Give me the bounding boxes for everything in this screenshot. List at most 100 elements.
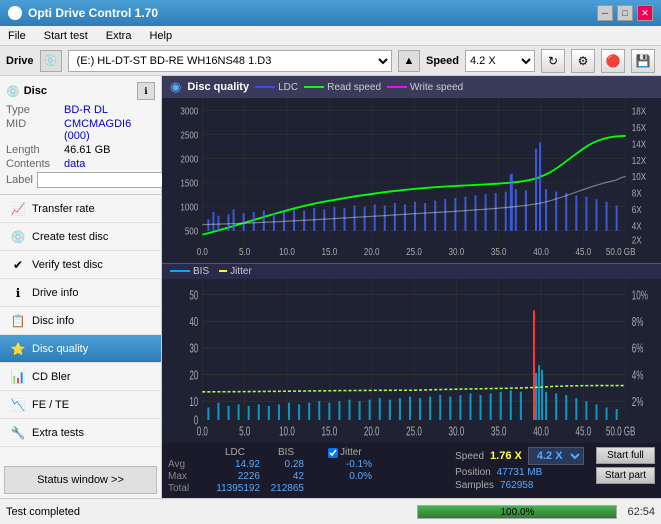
main-content: 💿 Disc ℹ Type BD-R DL MID CMCMAGDI6 (000… xyxy=(0,76,661,498)
svg-text:30: 30 xyxy=(189,341,198,355)
close-button[interactable]: ✕ xyxy=(637,5,653,21)
spacer2 xyxy=(312,459,320,470)
nav-drive-info-label: Drive info xyxy=(32,287,78,299)
chart-area: ◉ Disc quality LDC Read speed Write spee… xyxy=(162,76,661,498)
svg-text:10.0: 10.0 xyxy=(279,246,295,257)
nav-fe-te-label: FE / TE xyxy=(32,399,69,411)
action-buttons: Start full Start part xyxy=(596,447,655,484)
verify-test-disc-icon: ✔ xyxy=(10,257,26,273)
ldc-max: 2226 xyxy=(210,471,260,482)
label-label: Label xyxy=(6,174,33,186)
svg-text:40: 40 xyxy=(189,315,198,329)
disc-type-row: Type BD-R DL xyxy=(6,104,155,116)
legend-read-speed-label: Read speed xyxy=(327,82,381,93)
samples-header: Samples xyxy=(455,480,494,491)
nav-verify-test-disc-label: Verify test disc xyxy=(32,259,103,271)
menu-help[interactable]: Help xyxy=(145,30,176,42)
bottom-chart: 50 40 30 20 10 0 10% 8% 6% 4% 2% xyxy=(162,279,661,444)
stats-header-row: LDC BIS Jitter xyxy=(168,447,443,458)
svg-text:10: 10 xyxy=(189,395,198,409)
legend-ldc-label: LDC xyxy=(278,82,298,93)
svg-text:50.0 GB: 50.0 GB xyxy=(606,424,636,438)
title-bar-left: ● Opti Drive Control 1.70 xyxy=(8,6,158,20)
status-window-button[interactable]: Status window >> xyxy=(4,466,157,494)
disc-length-row: Length 46.61 GB xyxy=(6,144,155,156)
svg-text:5.0: 5.0 xyxy=(239,246,250,257)
nav-extra-tests[interactable]: 🔧 Extra tests xyxy=(0,419,161,447)
legend-bis: BIS xyxy=(170,266,209,277)
menu-file[interactable]: File xyxy=(4,30,30,42)
nav-disc-quality[interactable]: ⭐ Disc quality xyxy=(0,335,161,363)
start-full-button[interactable]: Start full xyxy=(596,447,655,464)
spacer1 xyxy=(312,447,320,458)
samples-row: Samples 762958 xyxy=(455,480,584,491)
legend-write-speed: Write speed xyxy=(387,82,463,93)
menu-start-test[interactable]: Start test xyxy=(40,30,92,42)
jitter-header-cell: Jitter xyxy=(328,447,378,458)
erase-button[interactable]: 🔴 xyxy=(601,49,625,73)
bis-total: 212865 xyxy=(268,483,304,494)
nav-drive-info[interactable]: ℹ Drive info xyxy=(0,279,161,307)
disc-label-row: Label 🔍 xyxy=(6,172,155,188)
svg-text:40.0: 40.0 xyxy=(533,424,549,438)
legend-bis-label: BIS xyxy=(193,266,209,277)
svg-text:10X: 10X xyxy=(632,171,646,182)
menu-extra[interactable]: Extra xyxy=(102,30,136,42)
svg-text:0.0: 0.0 xyxy=(197,424,208,438)
ldc-total: 11395192 xyxy=(210,483,260,494)
drive-info-icon: ℹ xyxy=(10,285,26,301)
disc-header: 💿 Disc ℹ xyxy=(6,82,155,100)
jitter-max: 0.0% xyxy=(328,471,372,482)
nav-extra-tests-label: Extra tests xyxy=(32,427,84,439)
svg-text:2500: 2500 xyxy=(180,130,198,141)
length-value: 46.61 GB xyxy=(64,144,155,156)
svg-text:500: 500 xyxy=(185,226,198,237)
app-title: Opti Drive Control 1.70 xyxy=(28,6,158,20)
nav-transfer-rate[interactable]: 📈 Transfer rate xyxy=(0,195,161,223)
minimize-button[interactable]: ─ xyxy=(597,5,613,21)
contents-value: data xyxy=(64,158,155,170)
menu-bar: File Start test Extra Help xyxy=(0,26,661,46)
svg-text:35.0: 35.0 xyxy=(491,246,507,257)
speed-select[interactable]: 4.2 X xyxy=(465,50,535,72)
label-input[interactable] xyxy=(37,172,171,188)
refresh-button[interactable]: ↻ xyxy=(541,49,565,73)
title-bar: ● Opti Drive Control 1.70 ─ □ ✕ xyxy=(0,0,661,26)
drive-select[interactable]: (E:) HL-DT-ST BD-RE WH16NS48 1.D3 xyxy=(68,50,392,72)
svg-text:30.0: 30.0 xyxy=(449,246,465,257)
save-button[interactable]: 💾 xyxy=(631,49,655,73)
settings-button[interactable]: ⚙ xyxy=(571,49,595,73)
svg-text:35.0: 35.0 xyxy=(491,424,507,438)
speed-value: 1.76 X xyxy=(490,450,522,462)
transfer-rate-icon: 📈 xyxy=(10,201,26,217)
nav-cd-bler[interactable]: 📊 CD Bler xyxy=(0,363,161,391)
svg-text:10%: 10% xyxy=(632,288,648,302)
progress-text: 100.0% xyxy=(418,507,616,518)
chart-icon: ◉ xyxy=(170,79,181,95)
bottom-bar: Test completed 100.0% 62:54 xyxy=(0,498,661,524)
stats-panel: LDC BIS Jitter Avg 14.92 0.28 -0.1% xyxy=(162,443,661,498)
svg-text:1000: 1000 xyxy=(180,202,198,213)
nav-create-test-disc[interactable]: 💿 Create test disc xyxy=(0,223,161,251)
maximize-button[interactable]: □ xyxy=(617,5,633,21)
legend-jitter-label: Jitter xyxy=(230,266,252,277)
eject-button[interactable]: ▲ xyxy=(398,50,420,72)
disc-info-nav-icon: 📋 xyxy=(10,313,26,329)
drive-icon: 💿 xyxy=(40,50,62,72)
disc-info-icon[interactable]: ℹ xyxy=(137,82,155,100)
jitter-avg: -0.1% xyxy=(328,459,372,470)
nav-verify-test-disc[interactable]: ✔ Verify test disc xyxy=(0,251,161,279)
nav-fe-te[interactable]: 📉 FE / TE xyxy=(0,391,161,419)
jitter-checkbox[interactable] xyxy=(328,448,338,458)
speed-dropdown-select[interactable]: 4.2 X xyxy=(528,447,584,465)
nav-disc-info[interactable]: 📋 Disc info xyxy=(0,307,161,335)
start-part-button[interactable]: Start part xyxy=(596,467,655,484)
stats-speed-section: Speed 1.76 X 4.2 X Position 47731 MB Sam… xyxy=(455,447,584,491)
progress-bar: 100.0% xyxy=(417,505,617,519)
svg-text:2%: 2% xyxy=(632,395,644,409)
svg-text:8%: 8% xyxy=(632,315,644,329)
max-row: Max 2226 42 0.0% xyxy=(168,471,443,482)
mid-value: CMCMAGDI6 (000) xyxy=(64,118,155,142)
svg-text:15.0: 15.0 xyxy=(322,246,338,257)
chart-title: Disc quality xyxy=(187,81,249,93)
